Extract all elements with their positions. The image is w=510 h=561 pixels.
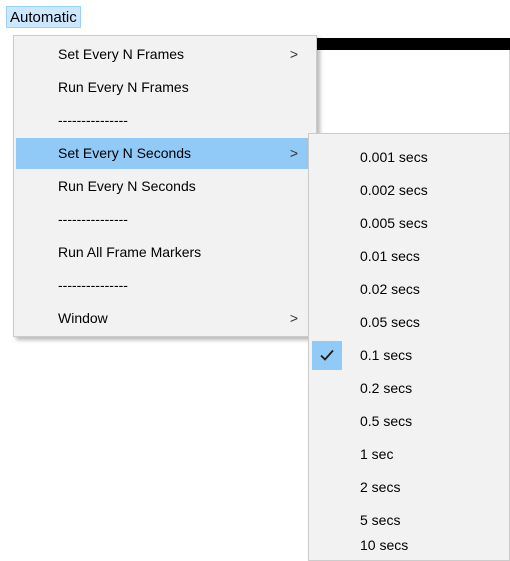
menu-item-set-every-n-frames[interactable]: Set Every N Frames > <box>16 39 314 70</box>
chevron-right-icon: > <box>289 310 298 326</box>
menu-item-separator: --------------- <box>16 105 314 136</box>
submenu-item-label: 0.001 secs <box>360 149 428 165</box>
menu-item-label: Run Every N Frames <box>58 79 189 95</box>
menu-automatic[interactable]: Automatic <box>6 6 81 28</box>
submenu-item-label: 1 sec <box>360 446 394 462</box>
submenu-item-label: 0.5 secs <box>360 413 413 429</box>
submenu-item-label: 10 secs <box>360 537 409 553</box>
submenu-item-0-1-secs[interactable]: 0.1 secs <box>311 340 507 371</box>
menu-item-separator: --------------- <box>16 270 314 301</box>
menu-item-label: Run All Frame Markers <box>58 244 202 260</box>
menu-item-window[interactable]: Window > <box>16 303 314 334</box>
menu-bar: Automatic <box>0 0 510 34</box>
menu-item-separator: --------------- <box>16 204 314 235</box>
menu-item-label: Set Every N Frames <box>58 46 185 62</box>
submenu-item-label: 0.005 secs <box>360 215 428 231</box>
submenu-item-0-5-secs[interactable]: 0.5 secs <box>311 406 507 437</box>
seconds-submenu: 0.001 secs 0.002 secs 0.005 secs 0.01 se… <box>308 133 510 561</box>
submenu-item-label: 0.2 secs <box>360 380 413 396</box>
submenu-item-0-01-secs[interactable]: 0.01 secs <box>311 241 507 272</box>
submenu-item-label: 0.02 secs <box>360 281 420 297</box>
submenu-item-0-05-secs[interactable]: 0.05 secs <box>311 307 507 338</box>
submenu-item-0-02-secs[interactable]: 0.02 secs <box>311 274 507 305</box>
app-root: Automatic Set Every N Frames > Run Every… <box>0 0 510 561</box>
menu-item-label: Set Every N Seconds <box>58 145 192 161</box>
submenu-item-1-sec[interactable]: 1 sec <box>311 439 507 470</box>
menu-item-run-all-frame-markers[interactable]: Run All Frame Markers <box>16 237 314 268</box>
submenu-item-2-secs[interactable]: 2 secs <box>311 472 507 503</box>
automatic-dropdown-menu: Set Every N Frames > Run Every N Frames … <box>13 35 317 337</box>
submenu-item-label: 0.01 secs <box>360 248 420 264</box>
chevron-right-icon: > <box>289 145 298 161</box>
submenu-item-0-005-secs[interactable]: 0.005 secs <box>311 208 507 239</box>
chevron-right-icon: > <box>289 46 298 62</box>
menu-item-set-every-n-seconds[interactable]: Set Every N Seconds > <box>16 138 314 169</box>
menu-item-label: Run Every N Seconds <box>58 178 196 194</box>
submenu-item-label: 0.05 secs <box>360 314 420 330</box>
menu-separator-text: --------------- <box>58 277 128 293</box>
submenu-item-0-002-secs[interactable]: 0.002 secs <box>311 175 507 206</box>
menu-separator-text: --------------- <box>58 112 128 128</box>
submenu-item-0-001-secs[interactable]: 0.001 secs <box>311 142 507 173</box>
submenu-item-label: 0.1 secs <box>360 347 413 363</box>
menu-item-run-every-n-frames[interactable]: Run Every N Frames <box>16 72 314 103</box>
menu-separator-text: --------------- <box>58 211 128 227</box>
window-top-bar <box>305 38 510 50</box>
submenu-item-0-2-secs[interactable]: 0.2 secs <box>311 373 507 404</box>
submenu-item-10-secs[interactable]: 10 secs <box>311 530 507 561</box>
submenu-item-label: 0.002 secs <box>360 182 428 198</box>
menu-item-label: Window <box>58 310 108 326</box>
checkmark-icon <box>312 341 342 370</box>
submenu-item-label: 2 secs <box>360 479 401 495</box>
menu-item-run-every-n-seconds[interactable]: Run Every N Seconds <box>16 171 314 202</box>
